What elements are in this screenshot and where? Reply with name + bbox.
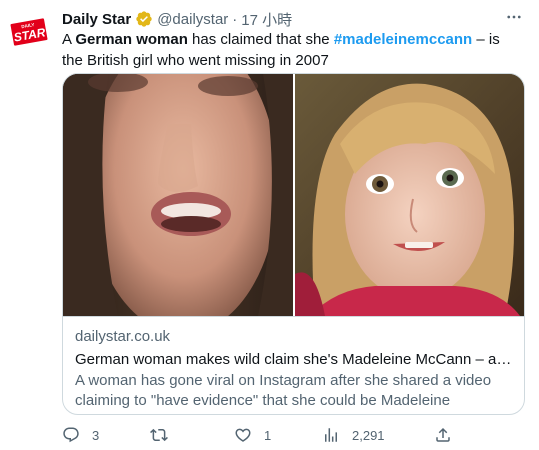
avatar[interactable]: DAILY STAR — [9, 12, 49, 52]
retweet-icon — [150, 428, 168, 442]
tweet-text-bold: German woman — [75, 31, 188, 48]
daily-star-logo: DAILY STAR — [10, 18, 48, 46]
woman-photo — [63, 74, 293, 316]
link-card[interactable]: dailystar.co.uk German woman makes wild … — [62, 73, 525, 415]
more-options-icon[interactable] — [503, 6, 525, 28]
views-chart-icon — [325, 428, 337, 442]
tweet-header: Daily Star @dailystar · 17 小時 — [62, 8, 519, 30]
views-count: 2,291 — [352, 427, 385, 443]
card-description: A woman has gone viral on Instagram afte… — [75, 372, 492, 414]
card-info[interactable]: dailystar.co.uk German woman makes wild … — [63, 316, 524, 414]
separator-dot: · — [232, 10, 238, 28]
author-handle[interactable]: @dailystar — [157, 11, 228, 28]
tweet-text-part: A — [62, 31, 76, 48]
display-name[interactable]: Daily Star — [62, 11, 131, 28]
tweet-text: A German woman has claimed that she #mad… — [62, 29, 522, 71]
reply-icon — [63, 427, 79, 443]
heart-icon — [235, 428, 251, 442]
card-media[interactable] — [63, 74, 524, 316]
hashtag-link[interactable]: #madeleinemccann — [334, 31, 472, 48]
like-button[interactable]: 1 — [234, 424, 271, 446]
reply-button[interactable]: 3 — [62, 424, 99, 446]
tweet-text-part: has claimed that she — [187, 31, 334, 48]
share-button[interactable] — [434, 424, 452, 446]
views-button[interactable]: 2,291 — [322, 424, 385, 446]
verified-badge-icon[interactable] — [135, 10, 153, 28]
timestamp[interactable]: 17 小時 — [241, 9, 292, 30]
retweet-button[interactable] — [150, 424, 180, 446]
card-title: German woman makes wild claim she's Made… — [75, 351, 512, 368]
child-photo — [295, 74, 524, 316]
card-domain: dailystar.co.uk — [75, 328, 171, 345]
share-icon — [436, 427, 450, 442]
like-count: 1 — [264, 427, 272, 443]
action-bar: 3 1 2,291 — [62, 424, 462, 446]
tweet[interactable]: DAILY STAR Daily Star @dailystar · 17 小時… — [0, 0, 539, 450]
reply-count: 3 — [92, 427, 100, 443]
